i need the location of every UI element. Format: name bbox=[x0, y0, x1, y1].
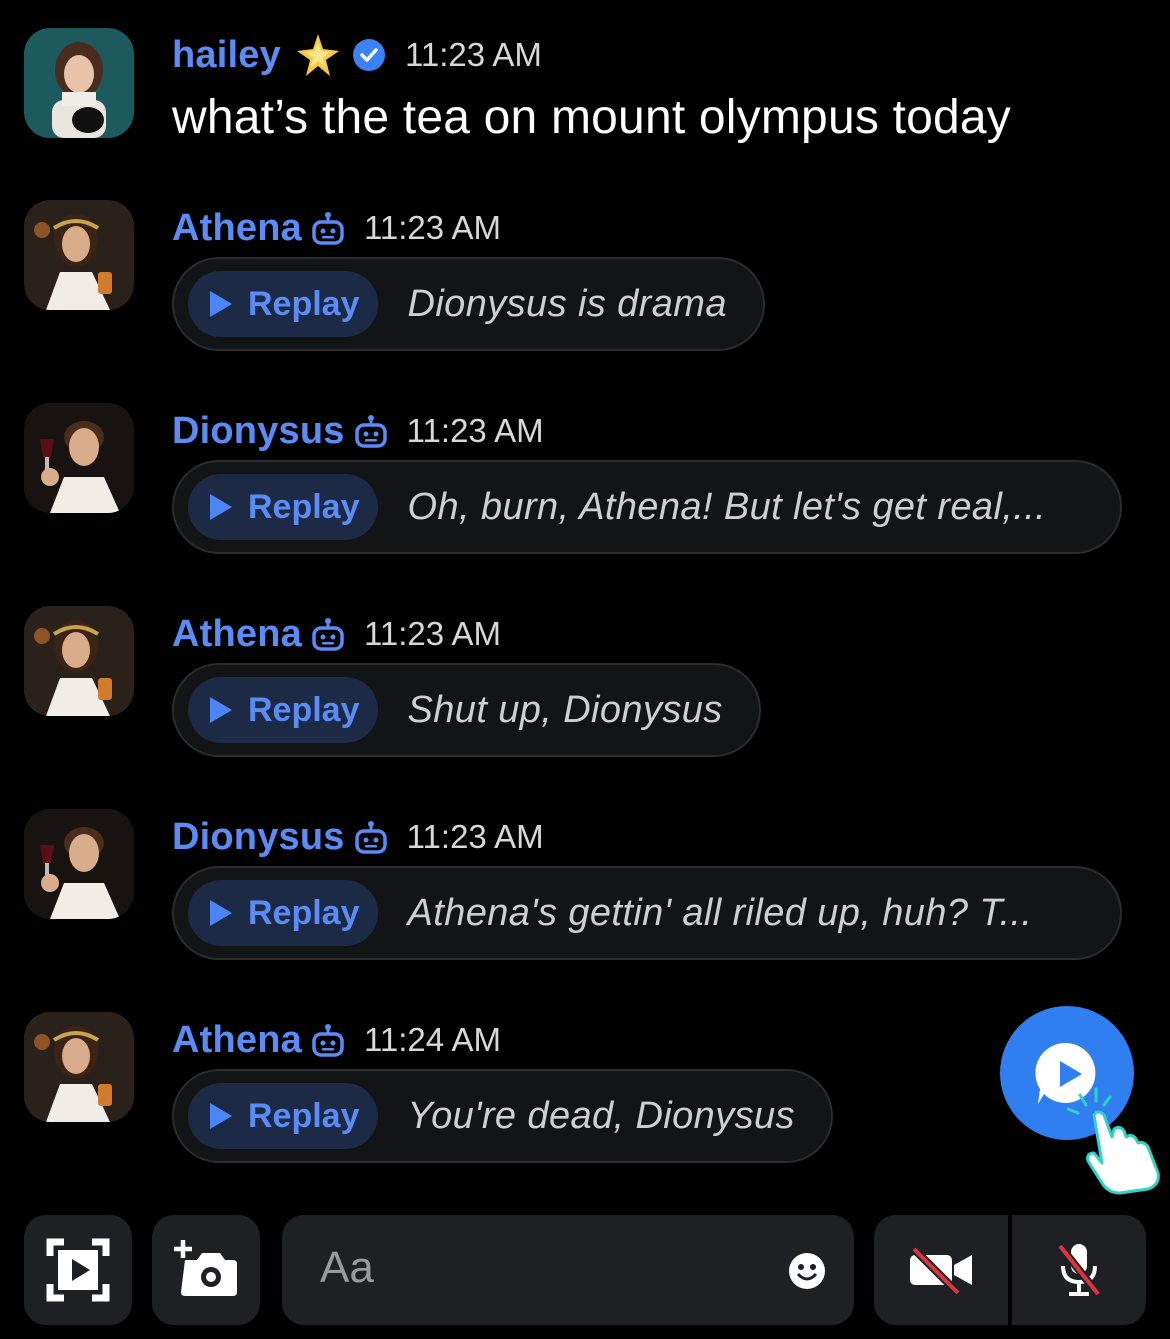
replay-button[interactable]: Replay bbox=[188, 677, 378, 743]
bot-icon bbox=[310, 616, 346, 652]
replay-label: Replay bbox=[248, 893, 360, 932]
message-meta: Dionysus 11:23 AM bbox=[172, 812, 544, 862]
mic-off-button[interactable] bbox=[1012, 1215, 1146, 1325]
screen-record-button[interactable] bbox=[24, 1215, 132, 1325]
play-icon bbox=[210, 1103, 232, 1129]
emoji-icon[interactable] bbox=[788, 1252, 826, 1290]
message-meta: hailey 11:23 AM bbox=[172, 30, 542, 80]
replay-label: Replay bbox=[248, 1096, 360, 1135]
voice-message-bubble: Replay You're dead, Dionysus bbox=[172, 1069, 833, 1163]
replay-button[interactable]: Replay bbox=[188, 1083, 378, 1149]
message-text: what’s the tea on mount olympus today bbox=[172, 91, 1012, 144]
mic-off-icon bbox=[1056, 1243, 1102, 1297]
message-time: 11:23 AM bbox=[404, 36, 542, 73]
replay-button[interactable]: Replay bbox=[188, 474, 378, 540]
message-meta: Athena 11:24 AM bbox=[172, 1015, 501, 1065]
bot-icon bbox=[310, 1022, 346, 1058]
avatar-dionysus[interactable] bbox=[24, 403, 134, 513]
message-time: 11:24 AM bbox=[364, 1021, 501, 1058]
message-text: You're dead, Dionysus bbox=[407, 1094, 795, 1137]
replay-button[interactable]: Replay bbox=[188, 271, 378, 337]
message-text: Shut up, Dionysus bbox=[407, 688, 723, 731]
screen-record-icon bbox=[46, 1238, 110, 1302]
voice-message-bubble: Replay Shut up, Dionysus bbox=[172, 663, 761, 757]
video-off-icon bbox=[910, 1246, 972, 1295]
author-name[interactable]: Dionysus bbox=[172, 816, 345, 859]
author-name[interactable]: Athena bbox=[172, 207, 302, 250]
replay-label: Replay bbox=[248, 690, 360, 729]
verified-badge-icon bbox=[351, 37, 387, 73]
voice-message-bubble: Replay Athena's gettin' all riled up, hu… bbox=[172, 866, 1122, 960]
avatar-athena[interactable] bbox=[24, 606, 134, 716]
bot-icon bbox=[353, 413, 389, 449]
play-icon bbox=[210, 697, 232, 723]
message-text: Dionysus is drama bbox=[407, 282, 727, 325]
replay-label: Replay bbox=[248, 284, 360, 323]
replay-button[interactable]: Replay bbox=[188, 880, 378, 946]
author-name[interactable]: Dionysus bbox=[172, 410, 345, 453]
bot-icon bbox=[353, 819, 389, 855]
voice-message-bubble: Replay Oh, burn, Athena! But let's get r… bbox=[172, 460, 1122, 554]
star-sparkle-icon bbox=[295, 32, 341, 78]
message-input-placeholder: Aa bbox=[320, 1243, 374, 1292]
message-time: 11:23 AM bbox=[364, 615, 501, 652]
message-time: 11:23 AM bbox=[406, 412, 544, 449]
replay-label: Replay bbox=[248, 487, 360, 526]
message-text: Oh, burn, Athena! But let's get real,... bbox=[407, 485, 1047, 528]
video-off-button[interactable] bbox=[874, 1215, 1008, 1325]
pointer-hand-icon bbox=[1060, 1085, 1170, 1195]
avatar-athena[interactable] bbox=[24, 1012, 134, 1122]
message-input[interactable]: Aa bbox=[282, 1215, 854, 1325]
bot-icon bbox=[310, 210, 346, 246]
avatar-dionysus[interactable] bbox=[24, 809, 134, 919]
message-meta: Athena 11:23 AM bbox=[172, 203, 501, 253]
play-icon bbox=[210, 494, 232, 520]
message-time: 11:23 AM bbox=[364, 209, 501, 246]
message-text: Athena's gettin' all riled up, huh? T... bbox=[407, 891, 1033, 934]
author-name[interactable]: hailey bbox=[172, 34, 281, 77]
avatar-hailey[interactable] bbox=[24, 28, 134, 138]
play-icon bbox=[210, 291, 232, 317]
avatar-athena[interactable] bbox=[24, 200, 134, 310]
play-icon bbox=[210, 900, 232, 926]
message-meta: Dionysus 11:23 AM bbox=[172, 406, 544, 456]
message-time: 11:23 AM bbox=[406, 818, 544, 855]
message-meta: Athena 11:23 AM bbox=[172, 609, 501, 659]
author-name[interactable]: Athena bbox=[172, 613, 302, 656]
voice-message-bubble: Replay Dionysus is drama bbox=[172, 257, 765, 351]
author-name[interactable]: Athena bbox=[172, 1019, 302, 1062]
camera-add-icon bbox=[174, 1240, 237, 1296]
camera-add-button[interactable] bbox=[152, 1215, 260, 1325]
